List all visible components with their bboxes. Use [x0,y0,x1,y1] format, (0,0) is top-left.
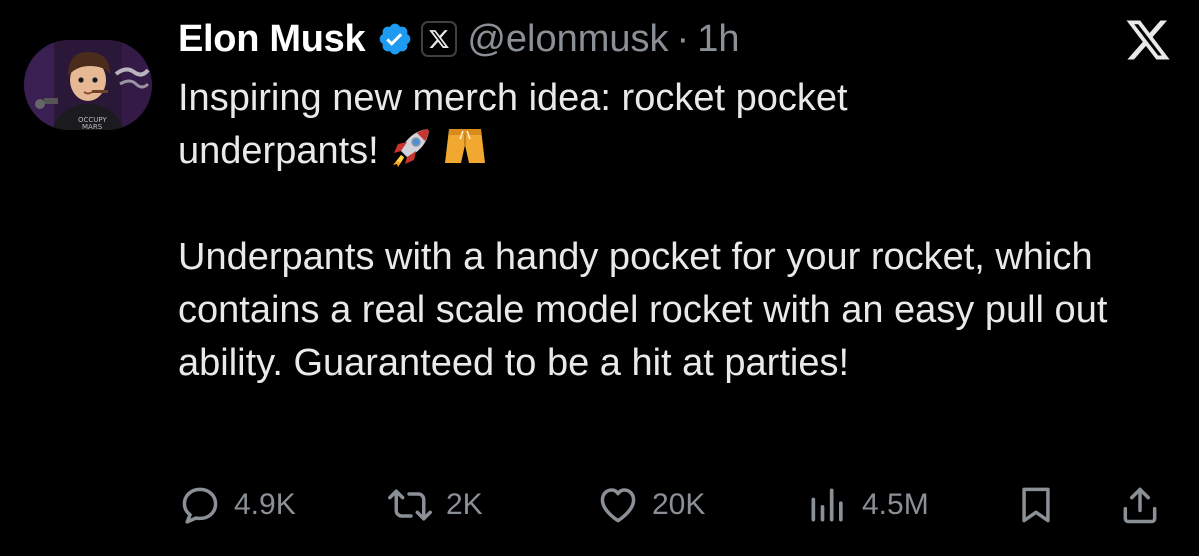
bookmark-button[interactable] [1014,480,1058,530]
avatar[interactable]: OCCUPY MARS [24,40,152,130]
reply-icon [182,487,218,524]
views-button[interactable]: 4.5M [806,480,929,530]
share-button[interactable] [1118,480,1162,530]
tweet-line-2-text: underpants! [178,130,379,172]
repost-icon [388,489,432,521]
repost-button[interactable]: 2K [386,480,483,530]
post-time[interactable]: 1h [697,18,739,61]
like-button[interactable]: 20K [596,480,705,530]
bookmark-icon [1022,487,1050,523]
rocket-emoji [389,125,433,169]
reply-count: 4.9K [234,488,296,521]
svg-text:MARS: MARS [82,123,103,130]
reply-button[interactable]: 4.9K [178,480,296,530]
shorts-emoji [443,125,487,169]
tweet-line-2: underpants! [178,125,1168,178]
x-affiliate-icon[interactable] [421,21,458,57]
share-icon [1123,487,1157,524]
views-icon [811,488,843,522]
author-handle[interactable]: @elonmusk [467,18,668,61]
tweet-card[interactable]: OCCUPY MARS Elon Musk @elonmusk · 1h Ins… [0,0,1199,556]
tweet-header: Elon Musk @elonmusk · 1h [178,14,739,64]
repost-count: 2K [446,488,483,521]
tweet-line-1: Inspiring new merch idea: rocket pocket [178,77,848,119]
separator-dot: · [676,17,690,60]
heart-icon [600,488,636,523]
tweet-text: Inspiring new merch idea: rocket pocket … [178,72,1168,390]
verified-badge-icon[interactable] [377,21,413,57]
views-count: 4.5M [862,488,929,521]
author-name[interactable]: Elon Musk [178,18,366,61]
tweet-paragraph-2: Underpants with a handy pocket for your … [178,236,1108,384]
like-count: 20K [652,488,706,521]
x-logo-icon [1124,16,1172,64]
action-bar: 4.9K 2K 20K 4.5M [0,480,1199,530]
